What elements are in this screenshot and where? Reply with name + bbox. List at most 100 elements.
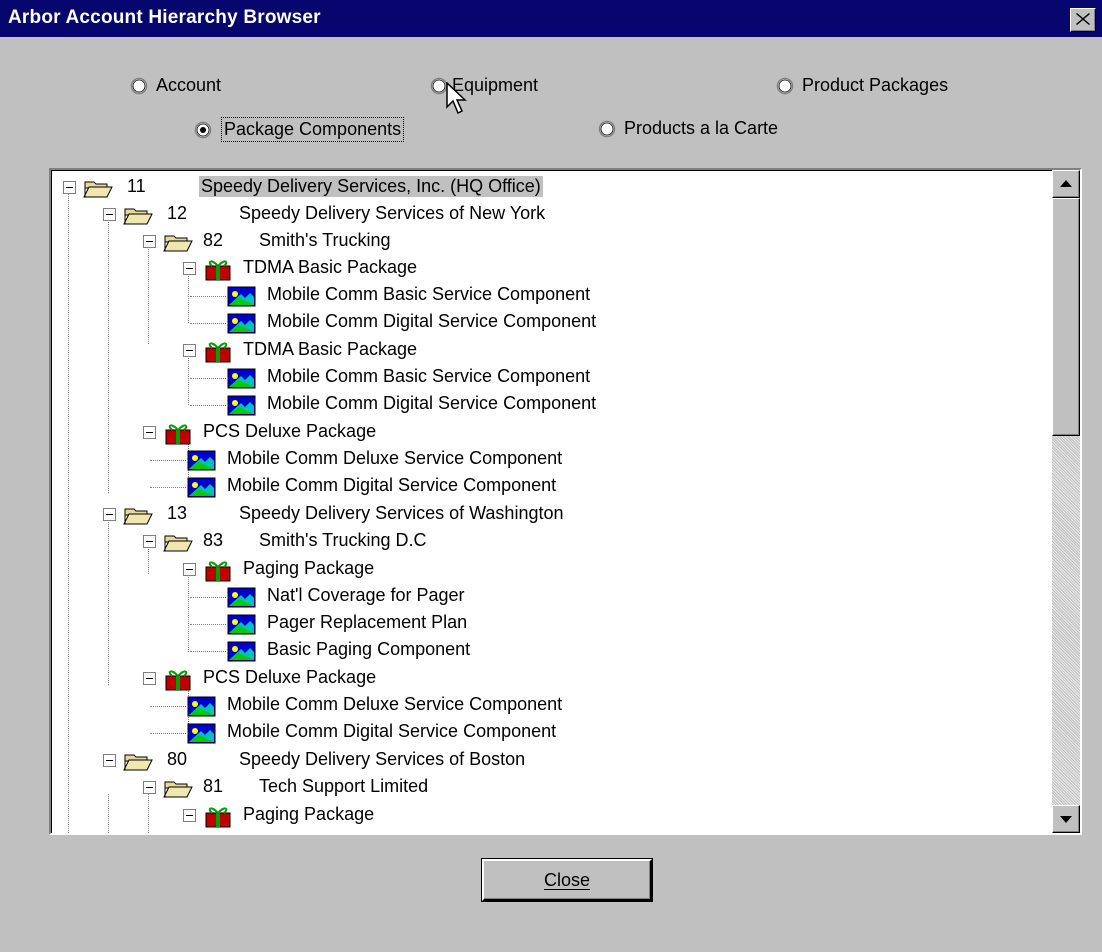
- collapse-icon[interactable]: [143, 781, 156, 794]
- close-button-label: Close: [543, 870, 591, 890]
- collapse-icon[interactable]: [103, 754, 116, 767]
- open-folder-icon: [163, 535, 193, 552]
- account-name: Speedy Delivery Services of Boston: [239, 749, 526, 769]
- vertical-scrollbar[interactable]: [1052, 170, 1080, 833]
- component-icon: [187, 477, 216, 498]
- scroll-thumb[interactable]: [1052, 198, 1080, 436]
- open-folder-icon: [163, 235, 193, 252]
- collapse-icon[interactable]: [183, 809, 196, 822]
- component-icon: [227, 395, 256, 416]
- radio-products-a-la-carte-label: Products a la Carte: [624, 118, 779, 138]
- gift-icon: [205, 342, 231, 363]
- open-folder-icon: [123, 754, 153, 771]
- scroll-up-button[interactable]: [1052, 170, 1080, 198]
- tree-line: [190, 624, 226, 625]
- tree-line: [190, 597, 226, 598]
- component-icon: [227, 286, 256, 307]
- tree-line: [150, 706, 186, 707]
- tree-line: [190, 323, 226, 324]
- package-name: TDMA Basic Package: [243, 257, 418, 277]
- tree-line: [150, 733, 186, 734]
- component-name: Mobile Comm Digital Service Component: [227, 475, 557, 495]
- account-number: 81: [203, 776, 224, 796]
- account-name: Smith's Trucking: [259, 230, 391, 250]
- radio-icon: [776, 77, 794, 95]
- account-number: 83: [203, 530, 224, 550]
- account-number: 13: [167, 503, 188, 523]
- radio-selected-icon: [194, 121, 212, 139]
- tree-line: [148, 792, 149, 833]
- tree-line: [148, 246, 149, 344]
- gift-icon: [165, 670, 191, 691]
- account-name: Speedy Delivery Services of New York: [239, 203, 546, 223]
- collapse-icon[interactable]: [63, 181, 76, 194]
- collapse-icon[interactable]: [183, 262, 196, 275]
- close-button[interactable]: Close: [482, 859, 652, 901]
- collapse-icon[interactable]: [143, 672, 156, 685]
- package-name: Paging Package: [243, 558, 375, 578]
- arrow-up-icon: [1060, 180, 1072, 187]
- component-name: Basic Paging Component: [267, 639, 471, 659]
- tree-line: [190, 405, 226, 406]
- close-icon: [1076, 13, 1090, 25]
- component-name: Mobile Comm Deluxe Service Component: [227, 694, 563, 714]
- account-name: Smith's Trucking D.C: [259, 530, 427, 550]
- tree-line: [150, 487, 186, 488]
- component-icon: [227, 587, 256, 608]
- scroll-down-button[interactable]: [1052, 805, 1080, 833]
- account-name: Speedy Delivery Services of Washington: [239, 503, 564, 523]
- tree-line: [150, 460, 186, 461]
- component-icon: [227, 313, 256, 334]
- collapse-icon[interactable]: [103, 508, 116, 521]
- radio-product-packages-label: Product Packages: [802, 75, 949, 95]
- account-number: 11: [127, 176, 146, 196]
- tree-line: [188, 272, 189, 323]
- collapse-icon[interactable]: [143, 426, 156, 439]
- account-number: 12: [167, 203, 188, 223]
- open-folder-icon: [163, 781, 193, 798]
- component-name: Mobile Comm Digital Service Component: [267, 311, 597, 331]
- component-name: Pager Replacement Plan: [267, 612, 468, 632]
- tree-line: [190, 651, 226, 652]
- gift-icon: [205, 807, 231, 828]
- component-icon: [187, 723, 216, 744]
- tree-line: [68, 190, 69, 833]
- account-name: Tech Support Limited: [259, 776, 429, 796]
- package-name: PCS Deluxe Package: [203, 667, 377, 687]
- account-number: 80: [167, 749, 188, 769]
- component-name: Mobile Comm Deluxe Service Component: [227, 448, 563, 468]
- gift-icon: [205, 260, 231, 281]
- tree-line: [108, 520, 109, 685]
- tree-line: [148, 546, 149, 574]
- component-name: Mobile Comm Digital Service Component: [227, 721, 557, 741]
- collapse-icon[interactable]: [143, 235, 156, 248]
- hierarchy-tree[interactable]: 11 Speedy Delivery Services, Inc. (HQ Of…: [49, 168, 1082, 835]
- gift-icon: [165, 424, 191, 445]
- account-number: 82: [203, 230, 224, 250]
- radio-account-label: Account: [156, 75, 222, 95]
- tree-line: [188, 574, 189, 652]
- collapse-icon[interactable]: [183, 344, 196, 357]
- open-folder-icon: [123, 208, 153, 225]
- component-icon: [227, 614, 256, 635]
- package-name: TDMA Basic Package: [243, 339, 418, 359]
- component-icon: [227, 368, 256, 389]
- tree-line: [188, 354, 189, 405]
- window-title: Arbor Account Hierarchy Browser: [8, 7, 321, 28]
- collapse-icon[interactable]: [183, 563, 196, 576]
- radio-package-components-label: Package Components: [220, 117, 405, 142]
- component-icon: [187, 450, 216, 471]
- tree-line: [190, 378, 226, 379]
- title-bar: Arbor Account Hierarchy Browser: [0, 0, 1102, 37]
- mouse-cursor-icon: [446, 82, 467, 115]
- collapse-icon[interactable]: [103, 208, 116, 221]
- tree-line: [108, 218, 109, 493]
- radio-icon: [598, 120, 616, 138]
- window-close-button[interactable]: [1070, 8, 1096, 32]
- package-name: PCS Deluxe Package: [203, 421, 377, 441]
- tree-line: [108, 794, 109, 833]
- arrow-down-icon: [1060, 816, 1072, 823]
- component-name: Mobile Comm Basic Service Component: [267, 366, 591, 386]
- component-icon: [227, 641, 256, 662]
- collapse-icon[interactable]: [143, 535, 156, 548]
